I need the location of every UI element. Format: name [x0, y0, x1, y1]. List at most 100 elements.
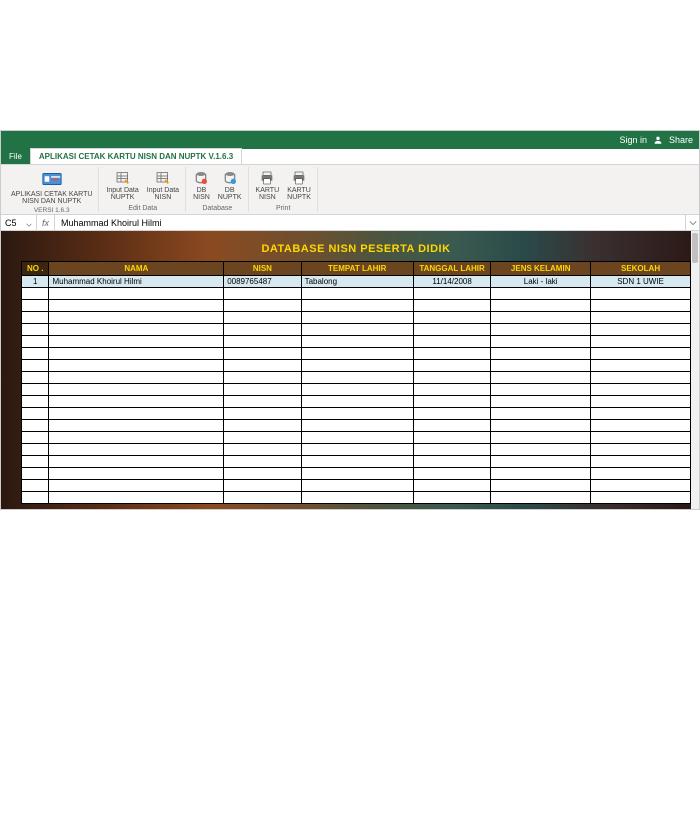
scrollbar-thumb[interactable] [692, 233, 698, 263]
empty-cell[interactable] [413, 444, 490, 456]
empty-cell[interactable] [22, 312, 49, 324]
empty-cell[interactable] [22, 360, 49, 372]
empty-cell[interactable] [591, 396, 691, 408]
empty-cell[interactable] [49, 420, 224, 432]
formula-input[interactable]: Muhammad Khoirul Hilmi [55, 215, 685, 230]
cell-tanggal[interactable]: 11/14/2008 [413, 276, 490, 288]
empty-cell[interactable] [491, 444, 591, 456]
table-row[interactable] [22, 336, 691, 348]
empty-cell[interactable] [224, 468, 301, 480]
empty-cell[interactable] [301, 372, 413, 384]
expand-formula-icon[interactable] [685, 215, 699, 230]
empty-cell[interactable] [413, 384, 490, 396]
empty-cell[interactable] [224, 372, 301, 384]
empty-cell[interactable] [49, 492, 224, 504]
empty-cell[interactable] [413, 300, 490, 312]
empty-cell[interactable] [591, 336, 691, 348]
empty-cell[interactable] [22, 300, 49, 312]
empty-cell[interactable] [224, 336, 301, 348]
empty-cell[interactable] [491, 456, 591, 468]
empty-cell[interactable] [224, 288, 301, 300]
empty-cell[interactable] [224, 492, 301, 504]
cell-no[interactable]: 1 [22, 276, 49, 288]
empty-cell[interactable] [491, 492, 591, 504]
empty-cell[interactable] [49, 372, 224, 384]
empty-cell[interactable] [491, 348, 591, 360]
empty-cell[interactable] [413, 408, 490, 420]
empty-cell[interactable] [413, 336, 490, 348]
db-nisn-button[interactable]: DB NISN [191, 169, 212, 202]
empty-cell[interactable] [591, 492, 691, 504]
empty-cell[interactable] [413, 480, 490, 492]
empty-cell[interactable] [49, 324, 224, 336]
input-nisn-button[interactable]: Input Data NISN [145, 169, 181, 202]
empty-cell[interactable] [491, 396, 591, 408]
empty-cell[interactable] [491, 288, 591, 300]
empty-cell[interactable] [413, 348, 490, 360]
table-row[interactable] [22, 408, 691, 420]
empty-cell[interactable] [224, 456, 301, 468]
empty-cell[interactable] [591, 432, 691, 444]
empty-cell[interactable] [413, 492, 490, 504]
empty-cell[interactable] [22, 468, 49, 480]
empty-cell[interactable] [49, 336, 224, 348]
empty-cell[interactable] [301, 288, 413, 300]
empty-cell[interactable] [413, 396, 490, 408]
empty-cell[interactable] [491, 336, 591, 348]
empty-cell[interactable] [301, 300, 413, 312]
table-row[interactable]: 1Muhammad Khoirul Hilmi0089765487Tabalon… [22, 276, 691, 288]
empty-cell[interactable] [22, 324, 49, 336]
input-nuptk-button[interactable]: Input Data NUPTK [104, 169, 140, 202]
share-button[interactable]: Share [669, 135, 693, 145]
empty-cell[interactable] [224, 408, 301, 420]
empty-cell[interactable] [591, 288, 691, 300]
table-row[interactable] [22, 480, 691, 492]
table-row[interactable] [22, 312, 691, 324]
empty-cell[interactable] [413, 420, 490, 432]
empty-cell[interactable] [301, 492, 413, 504]
empty-cell[interactable] [491, 324, 591, 336]
empty-cell[interactable] [224, 384, 301, 396]
empty-cell[interactable] [301, 480, 413, 492]
table-row[interactable] [22, 456, 691, 468]
empty-cell[interactable] [491, 468, 591, 480]
empty-cell[interactable] [413, 312, 490, 324]
empty-cell[interactable] [491, 408, 591, 420]
empty-cell[interactable] [301, 420, 413, 432]
empty-cell[interactable] [301, 360, 413, 372]
empty-cell[interactable] [22, 384, 49, 396]
empty-cell[interactable] [22, 372, 49, 384]
table-row[interactable] [22, 432, 691, 444]
empty-cell[interactable] [49, 348, 224, 360]
empty-cell[interactable] [591, 444, 691, 456]
empty-cell[interactable] [591, 324, 691, 336]
empty-cell[interactable] [301, 324, 413, 336]
empty-cell[interactable] [491, 384, 591, 396]
empty-cell[interactable] [49, 456, 224, 468]
empty-cell[interactable] [49, 444, 224, 456]
name-box[interactable]: C5 [1, 215, 37, 230]
empty-cell[interactable] [491, 300, 591, 312]
empty-cell[interactable] [224, 348, 301, 360]
table-row[interactable] [22, 372, 691, 384]
kartu-nisn-button[interactable]: KARTU NISN [254, 169, 282, 202]
empty-cell[interactable] [22, 456, 49, 468]
empty-cell[interactable] [224, 396, 301, 408]
vertical-scrollbar[interactable] [691, 231, 699, 509]
empty-cell[interactable] [301, 432, 413, 444]
table-row[interactable] [22, 348, 691, 360]
table-row[interactable] [22, 288, 691, 300]
empty-cell[interactable] [301, 444, 413, 456]
empty-cell[interactable] [22, 420, 49, 432]
table-row[interactable] [22, 360, 691, 372]
cell-tempat[interactable]: Tabalong [301, 276, 413, 288]
empty-cell[interactable] [49, 480, 224, 492]
signin-link[interactable]: Sign in [619, 135, 647, 145]
app-main-button[interactable]: APLIKASI CETAK KARTU NISN DAN NUPTK [9, 167, 94, 206]
empty-cell[interactable] [413, 288, 490, 300]
empty-cell[interactable] [413, 372, 490, 384]
empty-cell[interactable] [22, 480, 49, 492]
empty-cell[interactable] [491, 312, 591, 324]
empty-cell[interactable] [49, 312, 224, 324]
table-row[interactable] [22, 492, 691, 504]
